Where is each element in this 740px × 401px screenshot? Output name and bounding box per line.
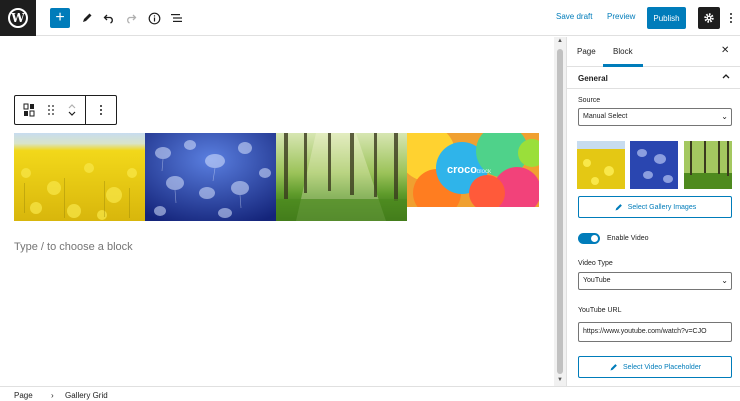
block-toolbar [14, 95, 117, 125]
pencil-icon [610, 363, 617, 370]
block-appender-placeholder[interactable]: Type / to choose a block [14, 241, 133, 253]
youtube-url-label: YouTube URL [578, 307, 622, 314]
general-panel-title: General [578, 74, 608, 83]
forest-sunlight-image [276, 133, 407, 221]
enable-video-toggle[interactable] [578, 233, 600, 244]
editor-canvas[interactable]: crocoblock Type / to choose a block [0, 37, 554, 386]
gallery-thumb-forest[interactable] [684, 141, 732, 189]
chevron-down-icon: ⌄ [721, 276, 728, 285]
gallery-grid-block[interactable]: crocoblock [14, 133, 539, 221]
drag-handle[interactable] [43, 96, 59, 124]
enable-video-label: Enable Video [607, 235, 649, 242]
crocoblock-logo: crocoblock [447, 164, 491, 176]
breadcrumb-item-gallery-grid[interactable]: Gallery Grid [65, 391, 108, 400]
drag-handle-icon [48, 105, 54, 115]
select-video-placeholder-button[interactable]: Select Video Placeholder [578, 356, 732, 378]
tab-page[interactable]: Page [577, 47, 596, 56]
wordpress-logo-icon: W [8, 8, 28, 28]
gallery-image-rapeseed[interactable] [14, 133, 145, 221]
source-select-value: Manual Select [583, 113, 628, 120]
select-gallery-images-label: Select Gallery Images [627, 203, 697, 211]
redo-icon [127, 14, 137, 24]
source-label: Source [578, 97, 601, 104]
block-type-button[interactable] [15, 96, 43, 124]
save-draft-button[interactable]: Save draft [556, 12, 592, 21]
preview-button[interactable]: Preview [607, 12, 635, 21]
scroll-up-arrow-icon[interactable]: ▲ [556, 38, 564, 44]
more-vertical-icon [100, 105, 102, 115]
jellyfish-thumbnail-image [630, 141, 678, 189]
sidebar-tabs: Page Block ✕ [567, 37, 740, 67]
gear-icon [704, 13, 714, 23]
redo-button[interactable] [121, 8, 141, 28]
block-options-button[interactable] [86, 96, 116, 124]
select-video-placeholder-label: Select Video Placeholder [622, 363, 702, 371]
toggle-knob [591, 235, 598, 242]
jellyfish-image [145, 133, 276, 221]
rapeseed-thumbnail-image [577, 141, 625, 189]
pencil-icon [615, 203, 622, 210]
video-type-select[interactable]: YouTube ⌄ [578, 272, 732, 290]
move-block-controls [59, 96, 85, 124]
info-icon [148, 12, 160, 24]
wordpress-logo-button[interactable]: W [0, 0, 36, 36]
undo-button[interactable] [99, 8, 119, 28]
video-type-select-value: YouTube [583, 277, 611, 284]
breadcrumb-item-page[interactable]: Page [14, 391, 33, 400]
tools-pencil-button[interactable] [77, 8, 97, 28]
source-select[interactable]: Manual Select ⌄ [578, 108, 732, 126]
move-up-icon[interactable] [67, 102, 77, 110]
move-down-icon[interactable] [67, 110, 77, 118]
gallery-image-crocoblock[interactable]: crocoblock [407, 133, 539, 207]
undo-icon [103, 14, 113, 24]
chevron-up-icon [721, 71, 731, 84]
more-vertical-icon [730, 13, 732, 23]
forest-thumbnail-image [684, 141, 732, 189]
youtube-url-value: https://www.youtube.com/watch?v=CJO [583, 328, 707, 335]
details-info-button[interactable] [144, 8, 164, 28]
gallery-thumb-rapeseed[interactable] [577, 141, 625, 189]
editor-top-bar: W + Save draft Preview Publish [0, 0, 740, 36]
general-panel-header[interactable]: General [567, 67, 740, 89]
select-gallery-images-button[interactable]: Select Gallery Images [578, 196, 732, 218]
close-icon[interactable]: ✕ [721, 45, 729, 56]
canvas-scrollbar[interactable]: ▲ ▼ [554, 37, 566, 386]
gallery-block-icon [23, 103, 35, 117]
settings-sidebar: Page Block ✕ General Source Manual Selec… [566, 37, 740, 386]
gallery-image-forest[interactable] [276, 133, 407, 221]
options-menu-button[interactable] [726, 8, 736, 28]
youtube-url-input[interactable]: https://www.youtube.com/watch?v=CJO [578, 322, 732, 342]
breadcrumb: Page › Gallery Grid [0, 386, 740, 401]
scrollbar-thumb[interactable] [557, 49, 563, 374]
publish-button[interactable]: Publish [647, 7, 686, 29]
list-view-icon [170, 14, 182, 22]
add-block-button[interactable]: + [50, 8, 70, 28]
pencil-icon [83, 13, 92, 22]
video-type-label: Video Type [578, 260, 613, 267]
gallery-thumb-jellyfish[interactable] [630, 141, 678, 189]
breadcrumb-separator: › [51, 391, 54, 400]
settings-button[interactable] [698, 7, 720, 29]
list-view-button[interactable] [166, 8, 186, 28]
tab-block[interactable]: Block [603, 47, 642, 67]
scroll-down-arrow-icon[interactable]: ▼ [556, 377, 564, 383]
gallery-image-jellyfish[interactable] [145, 133, 276, 221]
chevron-down-icon: ⌄ [721, 112, 728, 121]
rapeseed-field-image [14, 133, 145, 221]
